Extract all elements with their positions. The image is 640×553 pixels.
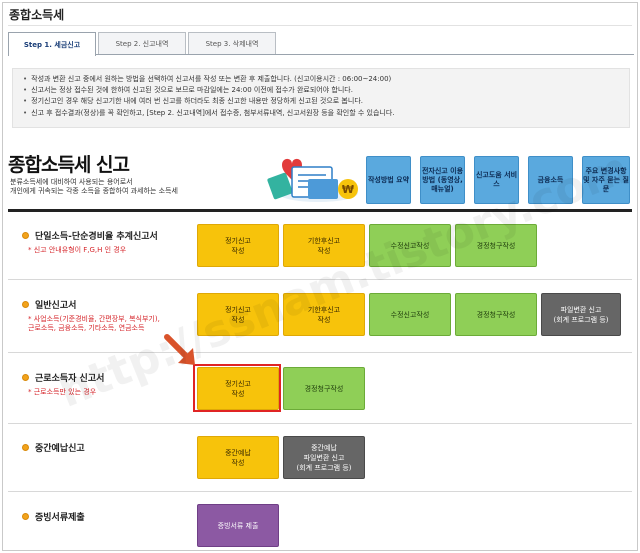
section-desc-line2: 개인에게 귀속되는 각종 소득을 종합하여 과세하는 소득세 bbox=[10, 187, 178, 195]
row-title-interim: 중간예납신고 bbox=[22, 441, 85, 454]
row-divider bbox=[8, 491, 632, 492]
section-description: 분류소득세에 대비하여 사용되는 용어로서 개인에게 귀속되는 각종 소득을 종… bbox=[10, 178, 178, 196]
notice-item: 신고서는 정상 접수된 것에 한하여 신고된 것으로 보므로 마감일에는 24:… bbox=[23, 85, 619, 96]
pointer-arrow-icon bbox=[164, 334, 195, 365]
row-sub: * 신고 안내유형이 F,G,H 인 경우 bbox=[28, 246, 127, 254]
notice-item: 신고 후 접수결과(정상)를 꼭 확인하고, [Step 2. 신고내역]에서 … bbox=[23, 108, 619, 119]
tab-step3[interactable]: Step 3. 삭제내역 bbox=[188, 32, 276, 55]
tabs-baseline bbox=[8, 54, 634, 55]
section-divider bbox=[8, 209, 632, 212]
quick-link-efiling-howto[interactable]: 전자신고 이용방법 (동영상, 매뉴얼) bbox=[420, 156, 465, 204]
row-bullet-icon bbox=[22, 513, 29, 520]
quick-link-filing-help[interactable]: 신고도움 서비스 bbox=[474, 156, 519, 204]
tab-step2[interactable]: Step 2. 신고내역 bbox=[98, 32, 186, 55]
row-title-text: 중간예납신고 bbox=[35, 444, 85, 454]
quick-link-faq[interactable]: 주요 변경사항 및 자주 묻는 질문 bbox=[582, 156, 630, 204]
tab-step1[interactable]: Step 1. 세금신고 bbox=[8, 32, 96, 56]
regular-filing-button[interactable]: 정기신고 작성 bbox=[197, 224, 279, 267]
row-title-evidence: 증빙서류제출 bbox=[22, 510, 85, 523]
regular-filing-button[interactable]: 정기신고 작성 bbox=[197, 293, 279, 336]
row-title-text: 단일소득-단순경비율 추계신고서 bbox=[35, 232, 158, 242]
svg-text:₩: ₩ bbox=[342, 183, 354, 196]
notice-item: 정기신고인 경우 해당 신고기한 내에 여러 번 신고를 하더라도 최종 신고한… bbox=[23, 96, 619, 107]
row-bullet-icon bbox=[22, 301, 29, 308]
late-filing-button[interactable]: 기한후신고 작성 bbox=[283, 224, 365, 267]
row-sub: * 사업소득(기준경비율, 간편장부, 복식부기), bbox=[28, 315, 160, 323]
refund-claim-button[interactable]: 경정청구작성 bbox=[455, 224, 537, 267]
interim-filing-button[interactable]: 중간예납 작성 bbox=[197, 436, 279, 479]
row-title-text: 근로소득자 신고서 bbox=[35, 374, 105, 384]
interim-file-convert-button[interactable]: 중간예납 파일변환 신고 (회계 프로그램 등) bbox=[283, 436, 365, 479]
row-divider bbox=[8, 423, 632, 424]
refund-claim-button[interactable]: 경정청구작성 bbox=[283, 367, 365, 410]
row-divider bbox=[8, 352, 632, 353]
refund-claim-button[interactable]: 경정청구작성 bbox=[455, 293, 537, 336]
quick-link-guide[interactable]: 작성방법 요약 bbox=[366, 156, 411, 204]
row-title-simple-estimate: 단일소득-단순경비율 추계신고서 bbox=[22, 229, 158, 242]
tax-document-illustration: ₩ bbox=[267, 158, 358, 202]
evidence-submit-button[interactable]: 증빙서류 제출 bbox=[197, 504, 279, 547]
row-title-text: 증빙서류제출 bbox=[35, 513, 85, 523]
amended-filing-button[interactable]: 수정신고작성 bbox=[369, 293, 451, 336]
step-tabs: Step 1. 세금신고 Step 2. 신고내역 Step 3. 삭제내역 bbox=[8, 32, 634, 56]
notice-item: 작성과 변환 신고 중에서 원하는 방법을 선택하여 신고서를 작성 또는 변환… bbox=[23, 74, 619, 85]
row-bullet-icon bbox=[22, 444, 29, 451]
highlight-box bbox=[193, 364, 281, 412]
file-convert-filing-button[interactable]: 파일변환 신고 (회계 프로그램 등) bbox=[541, 293, 621, 336]
row-sub: 근로소득, 금융소득, 기타소득, 연금소득 bbox=[28, 324, 145, 332]
row-title-general: 일반신고서 bbox=[22, 298, 76, 311]
section-desc-line1: 분류소득세에 대비하여 사용되는 용어로서 bbox=[10, 178, 133, 186]
quick-link-financial-income[interactable]: 금융소득 bbox=[528, 156, 573, 204]
row-title-text: 일반신고서 bbox=[35, 301, 77, 311]
page-title: 종합소득세 bbox=[9, 8, 65, 22]
section-title: 종합소득세 신고 bbox=[8, 154, 130, 176]
row-title-wage-earner: 근로소득자 신고서 bbox=[22, 371, 104, 384]
row-sub: * 근로소득만 있는 경우 bbox=[28, 388, 97, 396]
notice-box: 작성과 변환 신고 중에서 원하는 방법을 선택하여 신고서를 작성 또는 변환… bbox=[12, 68, 630, 128]
amended-filing-button[interactable]: 수정신고작성 bbox=[369, 224, 451, 267]
row-bullet-icon bbox=[22, 374, 29, 381]
late-filing-button[interactable]: 기한후신고 작성 bbox=[283, 293, 365, 336]
title-divider bbox=[8, 25, 632, 26]
row-divider bbox=[8, 279, 632, 280]
row-bullet-icon bbox=[22, 232, 29, 239]
